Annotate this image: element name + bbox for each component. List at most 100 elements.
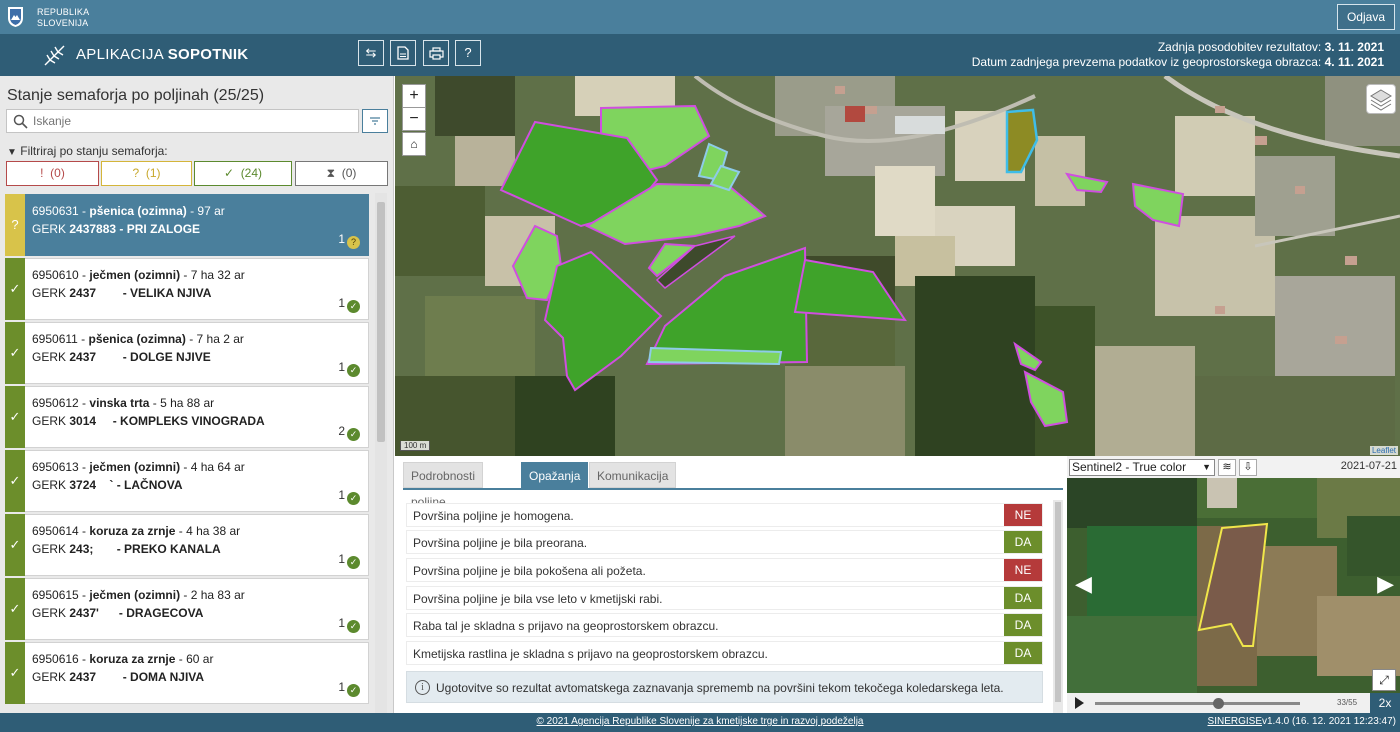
field-list: ? 6950631 - pšenica (ozimna) - 97 ar GER… — [0, 193, 372, 713]
detail-panel: Podrobnosti poljine Opažanja Komunikacij… — [395, 456, 1067, 713]
playback-speed-button[interactable]: 2x — [1370, 693, 1400, 713]
top-bar: REPUBLIKA SLOVENIJA Odjava — [0, 0, 1400, 34]
pdf-export-button[interactable] — [390, 40, 416, 66]
tab-observations[interactable]: Opažanja — [521, 462, 589, 488]
field-area: - 4 ha 38 ar — [175, 524, 241, 538]
field-list-item[interactable]: ✓ 6950612 - vinska trta - 5 ha 88 ar GER… — [5, 386, 369, 448]
list-scrollbar-thumb[interactable] — [377, 202, 385, 442]
search-icon — [13, 114, 28, 129]
question-badge-icon: ? — [347, 236, 360, 249]
previous-image-button[interactable]: ◀ — [1075, 571, 1092, 597]
copyright-link[interactable]: © 2021 Agencija Republike Slovenije za k… — [0, 716, 1400, 727]
field-crop: pšenica (ozimna) — [88, 332, 186, 346]
gerk-number: 2437883 — [69, 222, 117, 236]
logout-button[interactable]: Odjava — [1336, 4, 1395, 30]
footer: © 2021 Agencija Republike Slovenije za k… — [0, 713, 1400, 732]
next-image-button[interactable]: ▶ — [1377, 571, 1394, 597]
check-badge-icon: ✓ — [347, 556, 360, 569]
swap-button[interactable]: ⇆ — [358, 40, 384, 66]
field-list-item[interactable]: ✓ 6950611 - pšenica (ozimna) - 7 ha 2 ar… — [5, 322, 369, 384]
status-check-icon: ✓ — [5, 450, 25, 512]
filter-ok-button[interactable]: ✓ (24) — [194, 161, 292, 186]
observation-count: 1 ✓ — [338, 488, 360, 505]
check-badge-icon: ✓ — [347, 492, 360, 505]
field-list-item[interactable]: ✓ 6950614 - koruza za zrnje - 4 ha 38 ar… — [5, 514, 369, 576]
zoom-in-button[interactable]: + — [402, 84, 426, 108]
play-icon[interactable] — [1075, 697, 1084, 709]
home-button[interactable]: ⌂ — [402, 132, 426, 156]
field-line-2: GERK 2437 - DOLGE NJIVE — [32, 350, 211, 364]
imagery-layer-select[interactable]: Sentinel2 - True color ▼ — [1069, 459, 1215, 476]
count-value: 1 — [338, 232, 345, 246]
field-crop: ječmen (ozimni) — [89, 588, 181, 602]
observation-row: Površina poljine je bila pokošena ali po… — [406, 558, 1043, 582]
satellite-imagery — [1067, 478, 1400, 693]
observation-count: 1 ✓ — [338, 680, 360, 697]
field-list-item[interactable]: ✓ 6950615 - ječmen (ozimni) - 2 ha 83 ar… — [5, 578, 369, 640]
update-label: Zadnja posodobitev rezultatov: — [1157, 40, 1322, 54]
detail-scrollbar-thumb[interactable] — [1055, 502, 1061, 702]
field-area: - 7 ha 2 ar — [185, 332, 244, 346]
hourglass-icon: ⧗ — [326, 166, 336, 180]
search-box — [6, 109, 359, 133]
gerk-prefix: GERK — [32, 350, 70, 364]
search-input[interactable] — [33, 112, 353, 130]
field-crop: pšenica (ozimna) — [89, 204, 187, 218]
filter-error-button[interactable]: ! (0) — [6, 161, 99, 186]
version-info: v1.4.0 (16. 12. 2021 12:23:47) — [1262, 716, 1396, 727]
timeline-slider-knob[interactable] — [1213, 698, 1224, 709]
app-title: APLIKACIJA SOPOTNIK — [76, 46, 248, 63]
layers-button[interactable] — [1366, 84, 1396, 114]
printer-icon — [428, 47, 444, 60]
field-list-item[interactable]: ✓ 6950616 - koruza za zrnje - 60 ar GERK… — [5, 642, 369, 704]
filter-toggle-button[interactable] — [362, 109, 388, 133]
field-crop: vinska trta — [89, 396, 150, 410]
filter-question-button[interactable]: ? (1) — [101, 161, 192, 186]
observation-row: Kmetijska rastlina je skladna s prijavo … — [406, 641, 1043, 665]
map-attribution[interactable]: Leaflet — [1369, 446, 1398, 455]
field-line-1: 6950614 - koruza za zrnje - 4 ha 38 ar — [32, 524, 240, 538]
field-id: 6950610 - — [32, 268, 90, 282]
field-name: ` - LAČNOVA — [96, 478, 183, 492]
observation-row: Površina poljine je bila vse leto v kmet… — [406, 586, 1043, 610]
status-check-icon: ✓ — [5, 578, 25, 640]
field-id: 6950611 - — [32, 332, 89, 346]
zoom-out-button[interactable]: − — [402, 107, 426, 131]
tab-underline — [403, 488, 1063, 490]
vendor-link[interactable]: SINERGISE — [1208, 716, 1262, 727]
chevron-right-icon: ▶ — [1377, 571, 1394, 596]
timeline-slider[interactable] — [1095, 702, 1300, 705]
gerk-number: 3724 — [69, 478, 97, 492]
observation-row: Površina poljine je homogena. NE — [406, 503, 1043, 527]
gerk-prefix: GERK — [32, 286, 70, 300]
map-scale: 100 m — [400, 441, 431, 451]
status-check-icon: ✓ — [5, 386, 25, 448]
app-header: APLIKACIJA SOPOTNIK ⇆ ? Zadnja posodobit… — [0, 34, 1400, 76]
field-list-item[interactable]: ? 6950631 - pšenica (ozimna) - 97 ar GER… — [5, 194, 369, 256]
field-id: 6950616 - — [32, 652, 90, 666]
field-name: - PREKO KANALA — [93, 542, 221, 556]
tab-field-details[interactable]: Podrobnosti poljine — [403, 462, 484, 509]
observation-text: Površina poljine je homogena. — [413, 509, 574, 523]
filter-pending-button[interactable]: ⧗ (0) — [295, 161, 388, 186]
info-notice: i Ugotovitve so rezultat avtomatskega za… — [406, 671, 1043, 703]
import-label: Datum zadnjega prevzema podatkov iz geop… — [971, 55, 1322, 69]
tab-communication[interactable]: Komunikacija — [589, 462, 677, 488]
fullscreen-button[interactable]: ⤢ — [1372, 669, 1396, 691]
field-id: 6950612 - — [32, 396, 90, 410]
gerk-prefix: GERK — [32, 414, 70, 428]
layers-toggle-button[interactable]: ≋ — [1218, 459, 1236, 476]
download-button[interactable]: ⇩ — [1239, 459, 1257, 476]
field-list-item[interactable]: ✓ 6950613 - ječmen (ozimni) - 4 ha 64 ar… — [5, 450, 369, 512]
imagery-date: 2021-07-21 — [1340, 460, 1397, 472]
help-button[interactable]: ? — [455, 40, 481, 66]
observation-text: Površina poljine je bila preorana. — [413, 536, 588, 550]
observation-value: DA — [1004, 642, 1042, 664]
orthophoto-map[interactable]: + − ⌂ 100 m Leaflet — [395, 76, 1400, 456]
app-title-prefix: APLIKACIJA — [76, 46, 168, 63]
field-list-item[interactable]: ✓ 6950610 - ječmen (ozimni) - 7 ha 32 ar… — [5, 258, 369, 320]
check-badge-icon: ✓ — [347, 620, 360, 633]
layers-icon: ≋ — [1222, 461, 1232, 473]
field-name: - KOMPLEKS VINOGRADA — [96, 414, 265, 428]
print-button[interactable] — [423, 40, 449, 66]
